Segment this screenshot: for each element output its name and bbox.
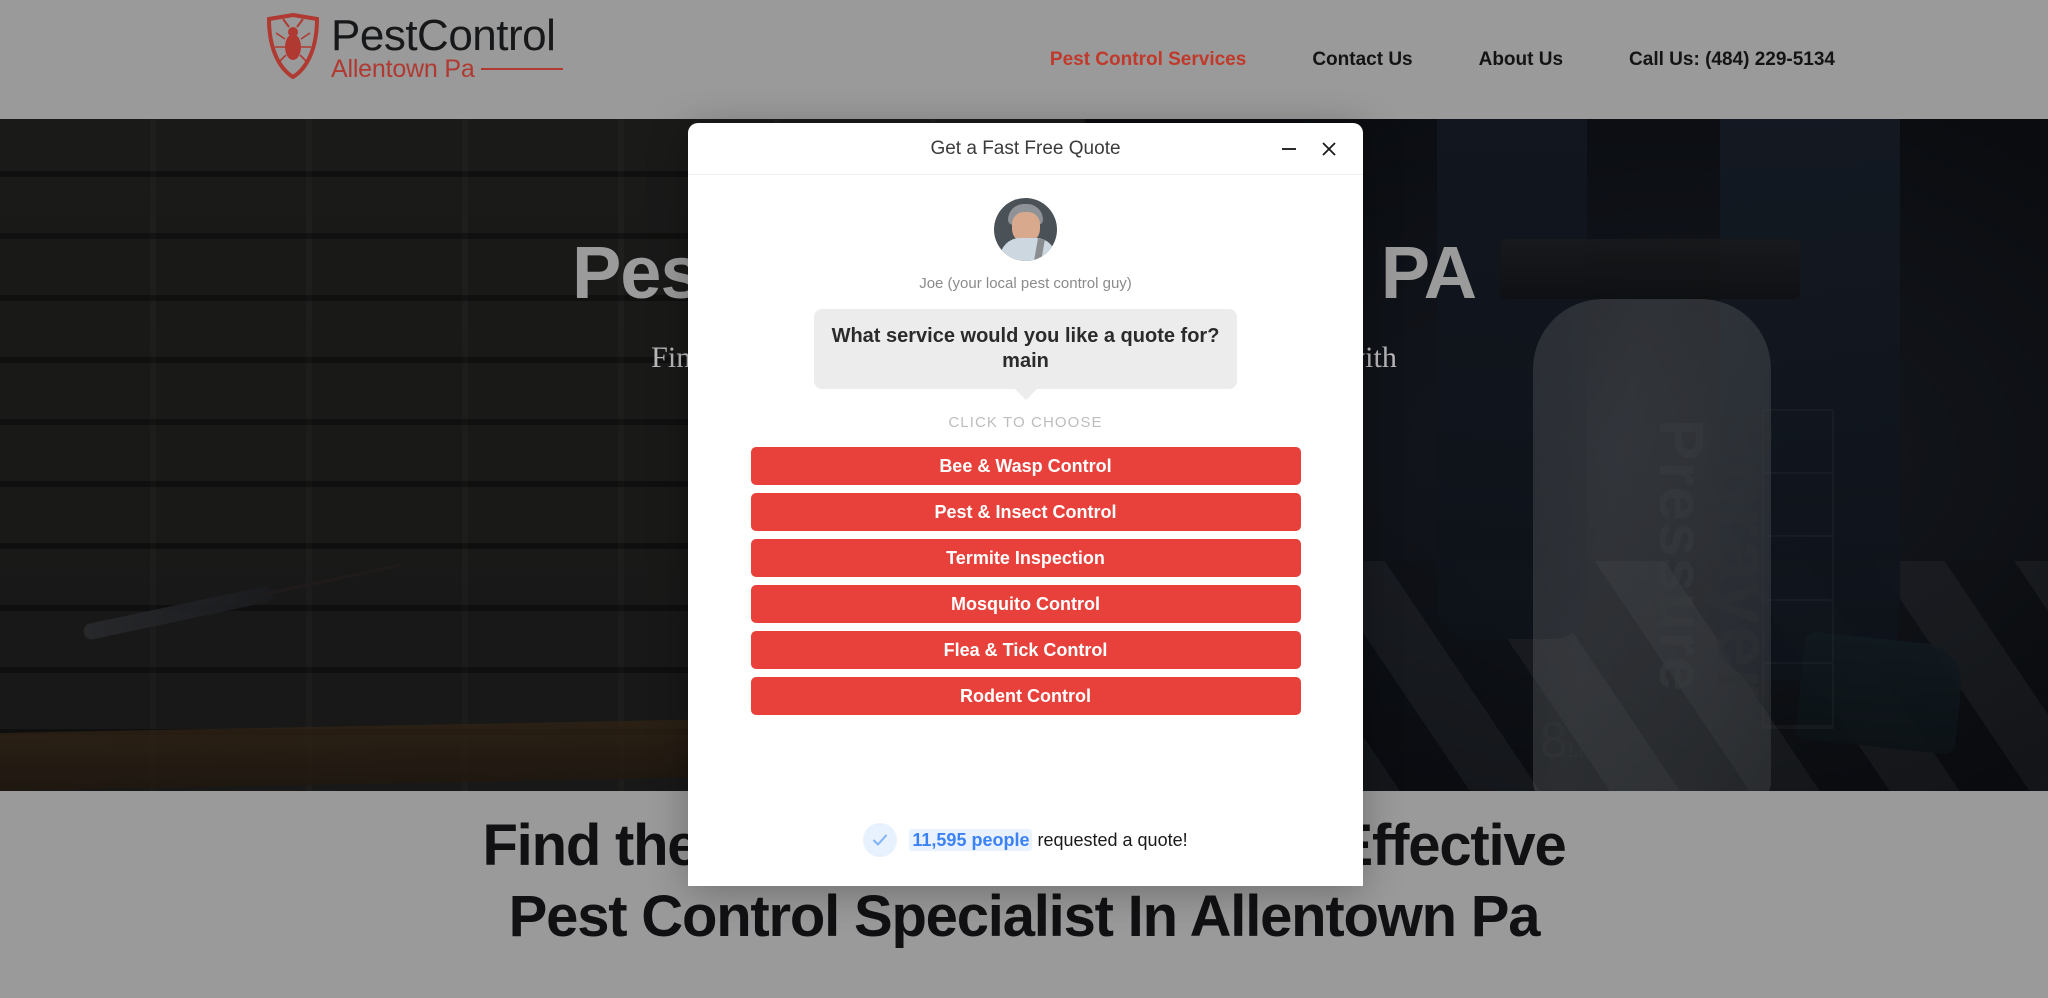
close-icon[interactable]	[1317, 137, 1341, 161]
site-header: PestControl Allentown Pa Pest Control Se…	[0, 0, 2048, 119]
agent-avatar	[994, 198, 1057, 261]
page-root: PestControl Allentown Pa Pest Control Se…	[0, 0, 2048, 998]
choice-rodent-control[interactable]: Rodent Control	[750, 677, 1301, 715]
nav-item-contact-us[interactable]: Contact Us	[1279, 49, 1445, 71]
check-icon	[863, 823, 898, 857]
logo-rule	[480, 68, 563, 71]
shield-bug-icon	[266, 13, 320, 79]
main-navigation: Pest Control Services Contact Us About U…	[1017, 0, 1868, 119]
agent-name: Joe (your local pest control guy)	[919, 275, 1132, 292]
footer-request-count: 11,595 people	[909, 828, 1033, 851]
choice-list: Bee & Wasp Control Pest & Insect Control…	[750, 447, 1301, 715]
logo-subtitle-wrap: Allentown Pa	[331, 54, 563, 83]
choice-flea-tick-control[interactable]: Flea & Tick Control	[750, 631, 1301, 669]
nav-item-call-us[interactable]: Call Us: (484) 229-5134	[1596, 49, 1868, 71]
logo-subtitle: Allentown Pa	[331, 54, 475, 83]
footer-status-text: 11,595 people requested a quote!	[909, 828, 1188, 851]
quote-modal: Get a Fast Free Quote Joe (your local pe…	[688, 123, 1363, 886]
choice-termite-inspection[interactable]: Termite Inspection	[750, 539, 1301, 577]
nav-item-pest-control-services[interactable]: Pest Control Services	[1017, 49, 1279, 71]
question-bubble: What service would you like a quote for?…	[814, 309, 1237, 400]
bottom-headline-line-2: Pest Control Specialist In Allentown Pa	[508, 883, 1541, 949]
modal-footer: 11,595 people requested a quote!	[688, 800, 1363, 886]
minimize-icon[interactable]	[1277, 137, 1301, 161]
modal-body: Joe (your local pest control guy) What s…	[688, 175, 1363, 800]
modal-title: Get a Fast Free Quote	[930, 137, 1121, 159]
question-text: What service would you like a quote for?…	[831, 325, 1220, 372]
modal-controls	[1277, 123, 1341, 175]
modal-header: Get a Fast Free Quote	[688, 123, 1363, 175]
logo-title: PestControl	[331, 11, 556, 60]
click-to-choose-label: CLICK TO CHOOSE	[948, 414, 1103, 431]
footer-request-suffix: requested a quote!	[1032, 829, 1188, 850]
choice-mosquito-control[interactable]: Mosquito Control	[750, 585, 1301, 623]
logo-text: PestControl Allentown Pa	[331, 13, 563, 82]
nav-item-about-us[interactable]: About Us	[1446, 49, 1596, 71]
choice-bee-wasp-control[interactable]: Bee & Wasp Control	[750, 447, 1301, 485]
site-logo[interactable]: PestControl Allentown Pa	[265, 13, 563, 82]
choice-pest-insect-control[interactable]: Pest & Insect Control	[750, 493, 1301, 531]
